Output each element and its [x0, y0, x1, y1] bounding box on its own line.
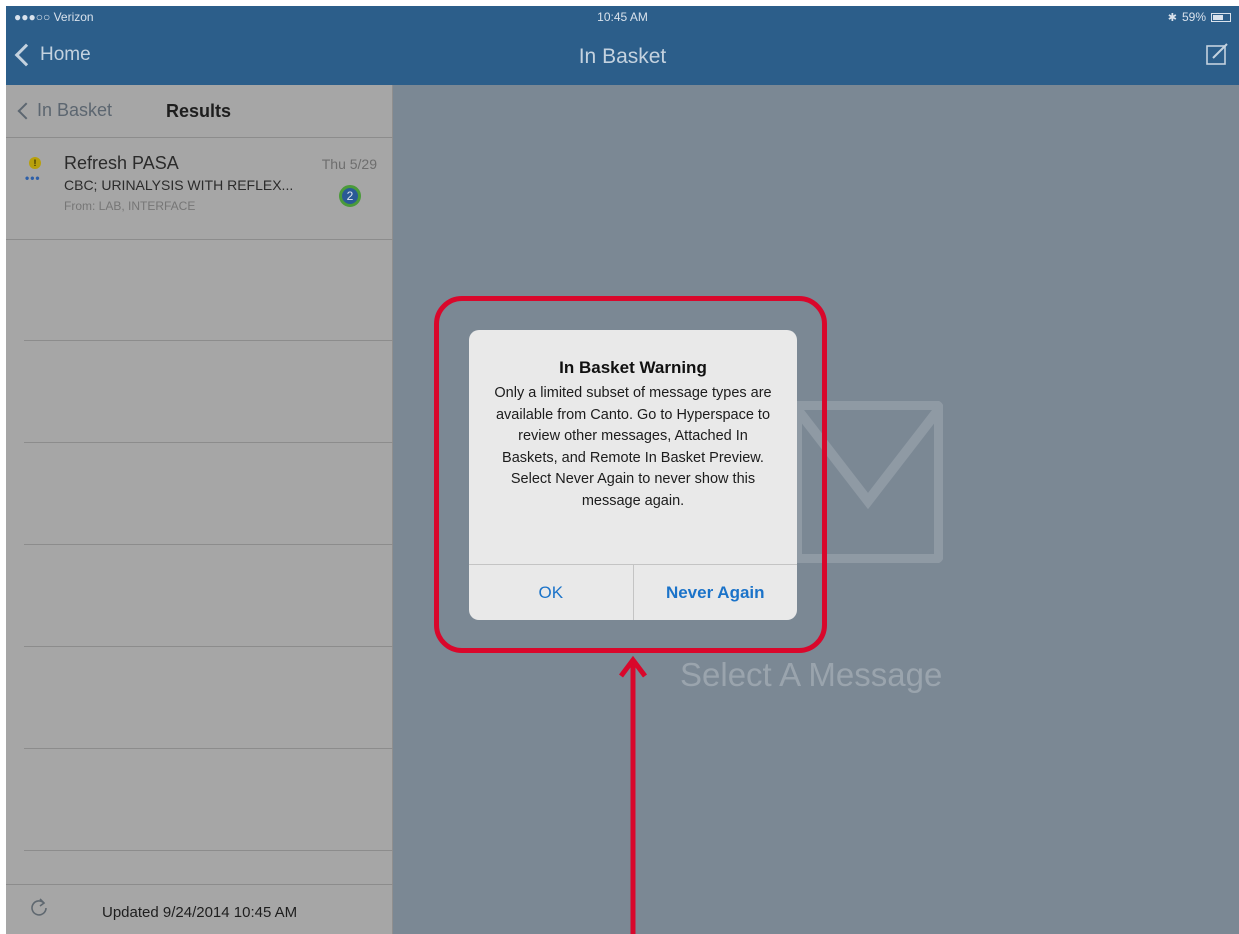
chevron-left-icon — [17, 102, 35, 119]
last-updated-text: Updated 9/24/2014 10:45 AM — [102, 904, 298, 921]
results-title: Results — [166, 101, 232, 121]
message-sender: From: LAB, INTERFACE — [64, 199, 196, 213]
priority-warning-icon: ! — [29, 157, 41, 169]
list-separator — [24, 340, 393, 341]
list-separator — [24, 748, 393, 749]
navigation-bar: Home In Basket — [6, 28, 1239, 85]
compose-icon[interactable] — [1205, 42, 1229, 66]
message-count-badge: 2 — [339, 185, 361, 207]
results-header: In Basket Results — [6, 85, 393, 138]
list-separator — [24, 442, 393, 443]
battery-status: ✱ 59% — [1168, 10, 1231, 24]
message-list-item[interactable]: ! ••• Refresh PASA Thu 5/29 CBC; URINALY… — [6, 137, 393, 240]
battery-icon — [1211, 12, 1231, 22]
list-separator — [24, 646, 393, 647]
ipad-screen: ●●●○○ Verizon 10:45 AM ✱ 59% Home In Bas… — [6, 6, 1239, 934]
bluetooth-icon: ✱ — [1167, 11, 1177, 24]
results-footer: Updated 9/24/2014 10:45 AM — [6, 884, 393, 934]
in-basket-back-label: In Basket — [37, 100, 113, 120]
arrow-up-annotation — [619, 656, 647, 934]
status-bar: ●●●○○ Verizon 10:45 AM ✱ 59% — [6, 6, 1239, 28]
battery-percent: 59% — [1181, 10, 1206, 24]
message-title: Refresh PASA — [64, 153, 179, 173]
in-basket-back-button[interactable]: In Basket — [16, 100, 112, 121]
message-subject: CBC; URINALYSIS WITH REFLEX... — [64, 177, 294, 193]
list-separator — [24, 850, 393, 851]
results-panel: In Basket Results ! ••• Refresh PASA Thu… — [6, 85, 393, 934]
select-message-placeholder: Select A Message — [680, 656, 943, 693]
page-title: In Basket — [578, 45, 667, 68]
message-date: Thu 5/29 — [321, 156, 377, 172]
highlight-annotation — [434, 296, 827, 653]
list-separator — [24, 544, 393, 545]
more-dots-icon: ••• — [25, 171, 41, 185]
status-time: 10:45 AM — [597, 10, 648, 24]
refresh-icon[interactable] — [28, 897, 50, 919]
